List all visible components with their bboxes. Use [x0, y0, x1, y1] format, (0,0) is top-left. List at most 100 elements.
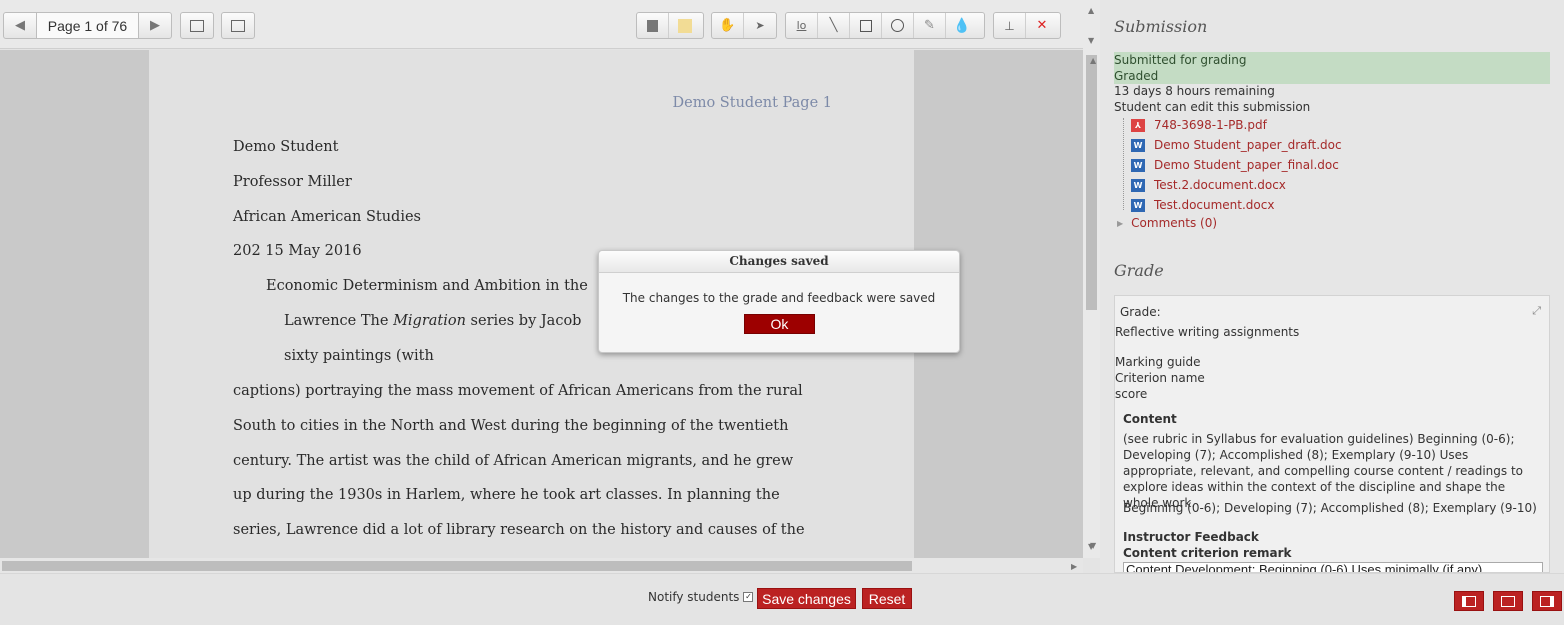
file-name: Test.2.document.docx [1154, 178, 1286, 192]
hand-icon: ✋ [719, 18, 736, 33]
panel-split-icon [1501, 595, 1515, 607]
word-icon: W [1131, 198, 1145, 212]
doc-line: Economic Determinism and Ambition in the [266, 278, 588, 294]
reset-button[interactable]: Reset [862, 588, 912, 609]
scroll-down-icon[interactable]: ▼ [1088, 36, 1094, 45]
annotation-color-button[interactable]: 💧 [946, 13, 978, 38]
color-swatch-icon [678, 18, 692, 33]
file-name: Test.document.docx [1154, 198, 1275, 212]
select-tool-button[interactable]: ➤ [744, 13, 776, 38]
stamp-tool-button[interactable]: ⊥ [994, 13, 1026, 38]
word-icon: W [1131, 178, 1145, 192]
highlight-tool-button[interactable]: ✎ [914, 13, 946, 38]
panel-scroll-up-icon[interactable]: ▲ [1090, 56, 1096, 65]
doc-line: century. The artist was the child of Afr… [233, 453, 794, 469]
oval-tool-button[interactable] [882, 13, 914, 38]
file-name: Demo Student_paper_draft.doc [1154, 138, 1342, 152]
panel-scroll-down-icon[interactable]: ▼ [1090, 541, 1096, 550]
doc-line: South to cities in the North and West du… [233, 418, 789, 434]
file-link[interactable]: W Test.2.document.docx [1131, 178, 1286, 192]
grader-app: ◀ Page 1 of 76 ▶ ✋ ➤ lo ╲ ✎ 💧 ⊥ ✕ Demo S… [0, 0, 1564, 625]
criterion-remark-field[interactable]: Content Development: Beginning (0-6) Use… [1123, 562, 1543, 572]
droplet-icon: 💧 [953, 17, 971, 34]
triangle-right-icon: ▶ [150, 18, 160, 33]
search-comments-button[interactable] [180, 12, 214, 39]
grade-form: Grade: ⤢ Reflective writing assignments … [1114, 295, 1550, 573]
comment-tools-group [636, 12, 704, 39]
remark-label: Content criterion remark [1123, 546, 1292, 560]
criterion-name-label: Criterion name [1115, 371, 1205, 385]
doc-line: series, Lawrence did a lot of library re… [233, 522, 805, 538]
annotation-toolbar: ◀ Page 1 of 76 ▶ ✋ ➤ lo ╲ ✎ 💧 ⊥ ✕ [0, 0, 1083, 49]
instructor-feedback-heading: Instructor Feedback [1123, 530, 1259, 544]
submission-heading: Submission [1114, 17, 1208, 36]
status-submitted: Submitted for grading [1114, 52, 1550, 68]
pan-tool-button[interactable]: ✋ [712, 13, 744, 38]
horizontal-scroll-thumb[interactable] [2, 561, 912, 571]
comments-label: Comments (0) [1131, 216, 1218, 230]
triangle-right-icon: ▶ [1117, 218, 1124, 228]
dialog-title: Changes saved [599, 251, 959, 273]
rectangle-tool-button[interactable] [850, 13, 882, 38]
select-tools-group: ✋ ➤ [711, 12, 777, 39]
layout-collapse-review-button[interactable] [1454, 591, 1484, 611]
file-link[interactable]: W Demo Student_paper_draft.doc [1131, 138, 1342, 152]
scroll-right-icon[interactable]: ▶ [1071, 562, 1077, 571]
doc-line: Lawrence The Migration series by Jacob [284, 313, 581, 329]
oval-icon [891, 19, 904, 32]
comments-toggle[interactable]: ▶ Comments (0) [1117, 216, 1217, 230]
criterion-levels: Beginning (0-6); Developing (7); Accompl… [1123, 501, 1537, 515]
notify-checkbox[interactable]: ✓ [743, 592, 754, 602]
next-page-button[interactable]: ▶ [138, 12, 172, 39]
assignment-type: Reflective writing assignments [1115, 325, 1300, 339]
dialog-message: The changes to the grade and feedback we… [622, 291, 936, 305]
notify-students: Notify students ✓ [648, 590, 754, 604]
stamp-tools-group: ⊥ ✕ [993, 12, 1061, 39]
word-icon: W [1131, 158, 1145, 172]
vertical-scroll-thumb[interactable] [1086, 55, 1097, 310]
draw-tools-group: lo ╲ ✎ 💧 [785, 12, 985, 39]
doc-text: series by Jacob [465, 313, 582, 329]
previous-page-button[interactable]: ◀ [3, 12, 37, 39]
rectangle-icon [859, 19, 872, 32]
delete-annotation-button[interactable]: ✕ [1026, 13, 1058, 38]
doc-line: sixty paintings (with [284, 348, 434, 364]
comment-color-button[interactable] [669, 13, 701, 38]
doc-line: 202 15 May 2016 [233, 243, 362, 259]
criterion-description: (see rubric in Syllabus for evaluation g… [1123, 432, 1524, 510]
layout-collapse-grade-button[interactable] [1532, 591, 1562, 611]
expand-comments-button[interactable] [221, 12, 255, 39]
highlighter-icon: ✎ [924, 18, 935, 33]
comments-panel-icon [231, 19, 245, 32]
page-select[interactable]: Page 1 of 76 [37, 12, 138, 39]
line-tool-button[interactable]: ╲ [818, 13, 850, 38]
save-changes-button[interactable]: Save changes [757, 588, 856, 609]
pen-tool-button[interactable]: lo [786, 13, 818, 38]
panel-left-icon [1462, 595, 1476, 607]
scroll-up-icon[interactable]: ▲ [1088, 6, 1094, 15]
changes-saved-dialog: Changes saved The changes to the grade a… [598, 250, 960, 353]
layout-default-button[interactable] [1493, 591, 1523, 611]
doc-text-italic: Migration [393, 313, 466, 329]
grade-label: Grade: [1120, 305, 1161, 319]
file-link[interactable]: ⅄ 748-3698-1-PB.pdf [1131, 118, 1267, 132]
pen-icon: lo [796, 19, 807, 32]
file-link[interactable]: W Demo Student_paper_final.doc [1131, 158, 1339, 172]
marking-guide-label: Marking guide [1115, 355, 1201, 369]
doc-line: Demo Student [233, 139, 339, 155]
grade-heading: Grade [1114, 261, 1164, 280]
comment-tool-button[interactable] [637, 13, 669, 38]
comment-icon [647, 19, 658, 32]
stamp-icon: ⊥ [1004, 18, 1015, 33]
edit-permission-note: Student can edit this submission [1114, 100, 1311, 114]
triangle-left-icon: ◀ [15, 18, 25, 33]
line-icon: ╲ [829, 18, 838, 33]
file-link[interactable]: W Test.document.docx [1131, 198, 1274, 212]
file-name: 748-3698-1-PB.pdf [1154, 118, 1267, 132]
ok-button[interactable]: Ok [744, 314, 815, 334]
status-graded: Graded [1114, 68, 1550, 84]
doc-line: captions) portraying the mass movement o… [233, 383, 803, 399]
word-icon: W [1131, 138, 1145, 152]
fullscreen-icon[interactable]: ⤢ [1532, 304, 1541, 318]
doc-line: up during the 1930s in Harlem, where he … [233, 487, 780, 503]
